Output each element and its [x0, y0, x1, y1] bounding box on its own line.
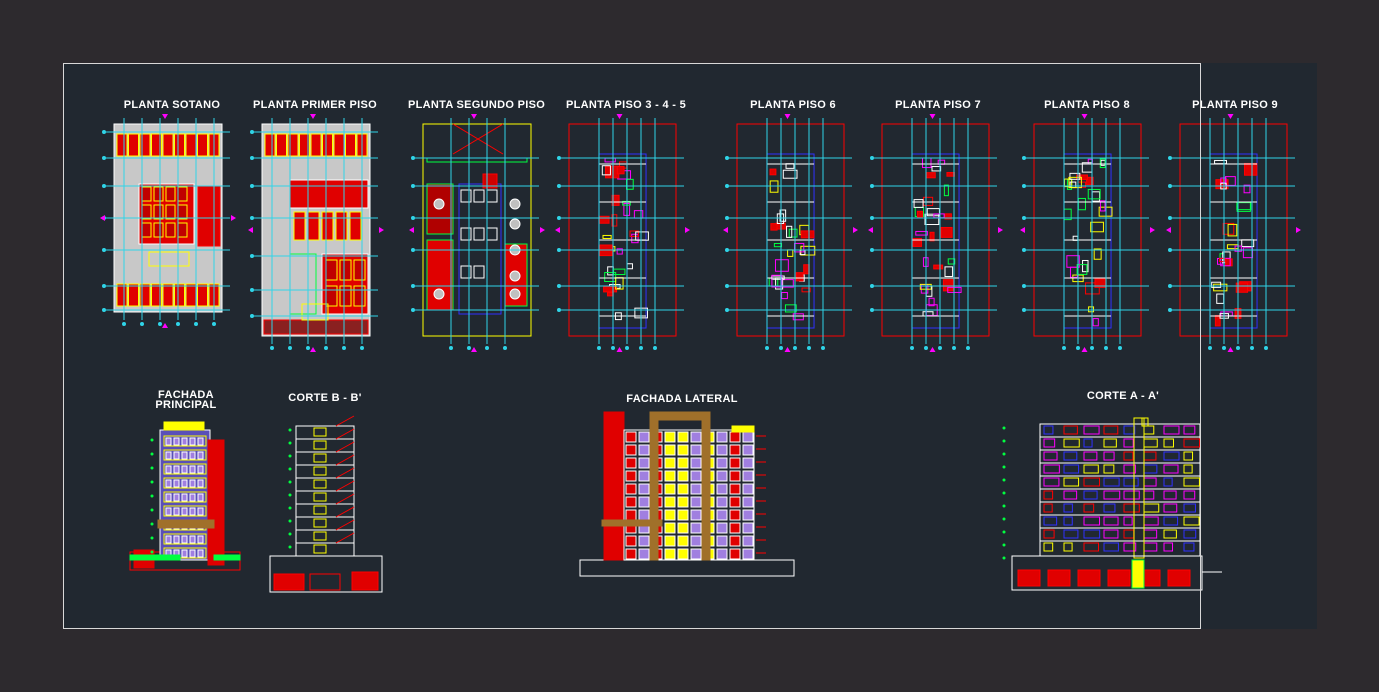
elevation-corte-a	[1002, 417, 1222, 591]
plan-segundo-piso	[409, 114, 545, 352]
plan-piso-7	[868, 114, 1003, 352]
plan-piso-8	[1020, 114, 1155, 352]
cad-drawing-canvas	[100, 114, 1301, 593]
elevation-corte-b	[269, 415, 383, 593]
plan-sotano	[100, 114, 236, 328]
plan-piso-3-4-5	[555, 114, 690, 352]
plan-piso-9	[1166, 114, 1301, 352]
elevation-fachada-principal	[129, 421, 241, 571]
plan-piso-6	[723, 114, 858, 352]
elevation-fachada-lateral	[579, 411, 795, 577]
plan-primer-piso	[248, 114, 384, 352]
